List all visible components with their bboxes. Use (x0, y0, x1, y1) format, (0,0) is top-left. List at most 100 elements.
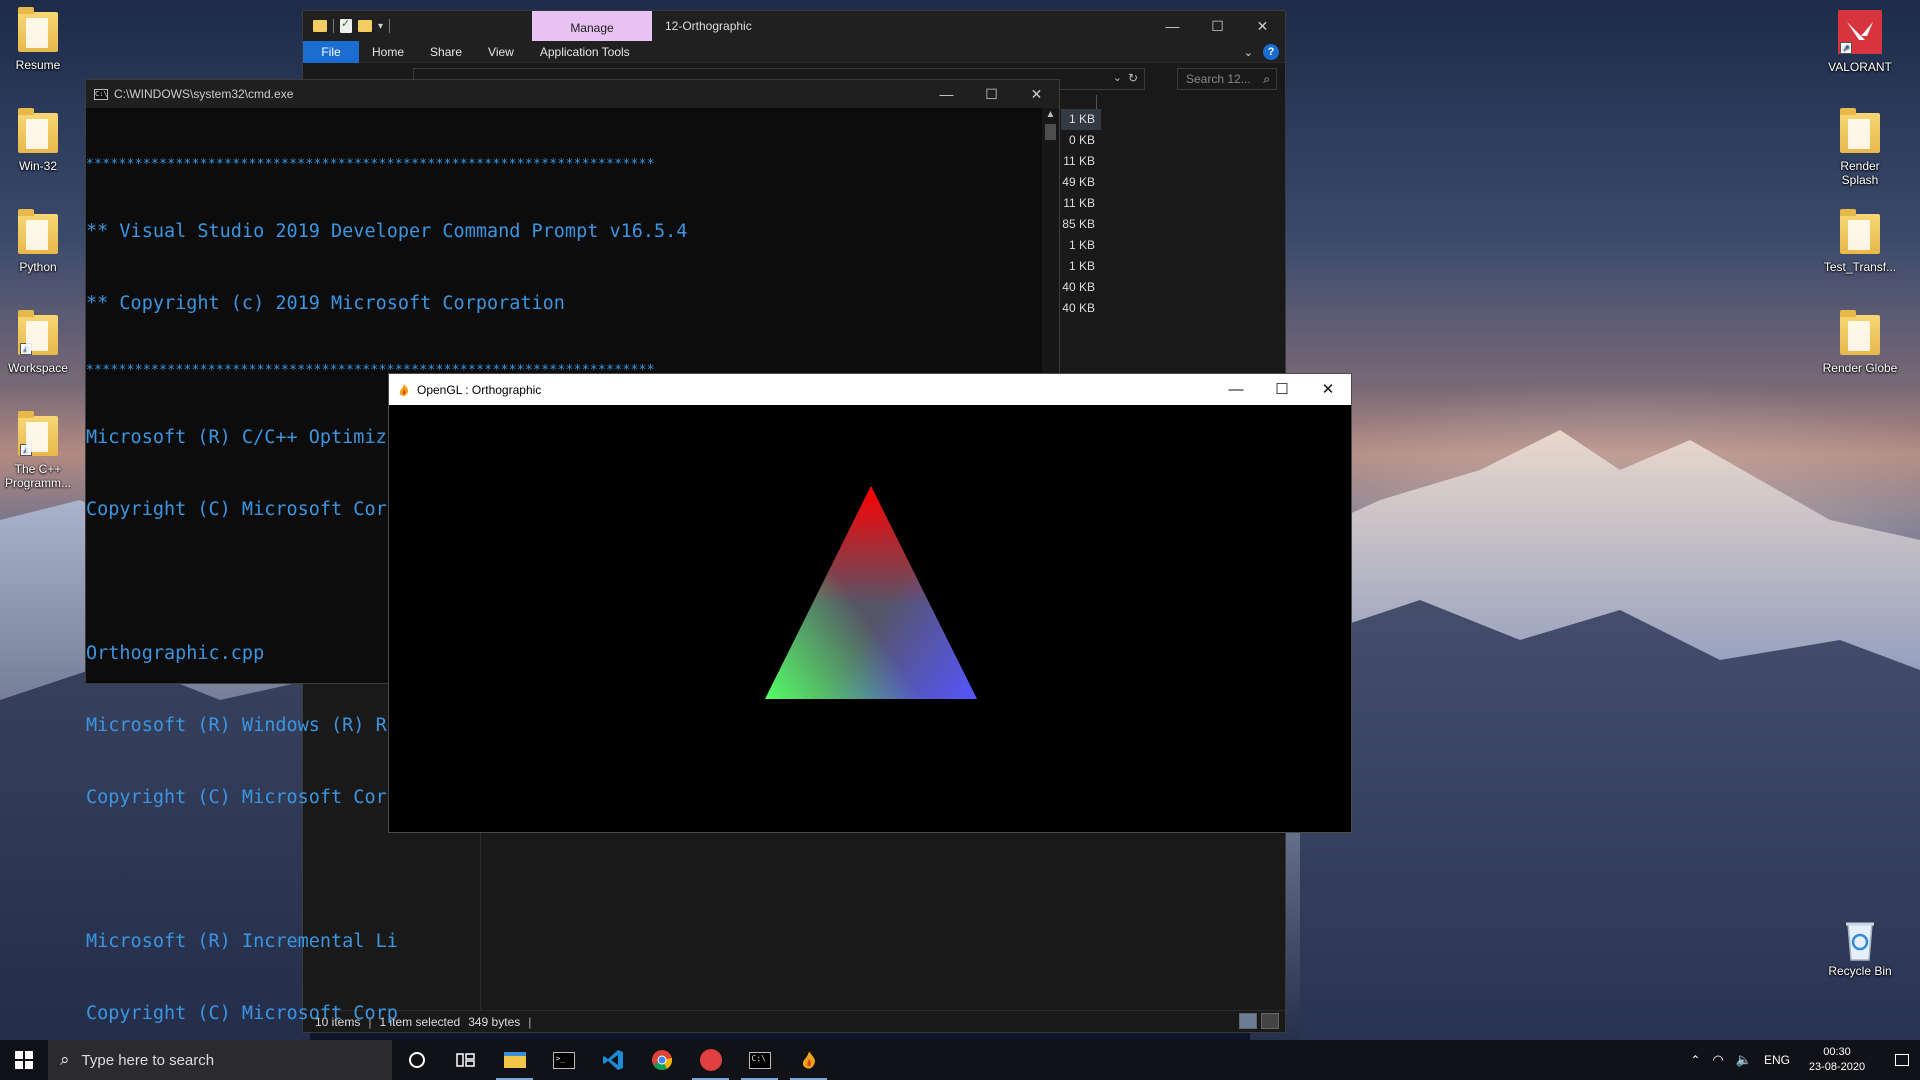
file-size-cell[interactable]: 40 KB (1061, 277, 1101, 298)
scroll-up-icon[interactable]: ▲ (1042, 108, 1059, 122)
help-icon[interactable]: ? (1263, 44, 1279, 60)
file-size-cell[interactable]: 0 KB (1061, 130, 1101, 151)
large-icons-view-button[interactable] (1261, 1013, 1279, 1029)
file-size-cell[interactable]: 1 KB (1061, 109, 1101, 130)
cmd-title-bar[interactable]: C:\ C:\WINDOWS\system32\cmd.exe — ☐ ✕ (86, 80, 1059, 108)
desktop-icon-python[interactable]: Python (0, 209, 76, 274)
toolbar-separator (389, 19, 391, 33)
details-view-button[interactable] (1239, 1013, 1257, 1029)
ribbon-tab-share[interactable]: Share (417, 41, 475, 63)
maximize-button[interactable]: ☐ (969, 80, 1014, 108)
taskbar-search-box[interactable]: ⌕ Type here to search (48, 1040, 392, 1080)
scroll-thumb[interactable] (1045, 124, 1056, 140)
explorer-title-bar[interactable]: ▾ Manage 12-Orthographic — ☐ ✕ (303, 11, 1285, 41)
taskbar-terminal[interactable]: >_ (539, 1040, 588, 1080)
close-button[interactable]: ✕ (1014, 80, 1059, 108)
desktop-icon-test-transf[interactable]: Test_Transf... (1822, 209, 1898, 274)
desktop-icon-render-splash[interactable]: Render Splash (1822, 108, 1898, 187)
desktop-icon-win32[interactable]: Win-32 (0, 108, 76, 173)
volume-icon[interactable]: 🔈 (1736, 1052, 1752, 1068)
desktop-icon-label: VALORANT (1828, 60, 1892, 74)
windows-logo-icon (15, 1051, 33, 1069)
ribbon-tab-view[interactable]: View (475, 41, 527, 63)
flame-icon (802, 1051, 815, 1069)
file-size-cell[interactable]: 11 KB (1061, 151, 1101, 172)
desktop-icon-label: Render Globe (1822, 361, 1898, 375)
file-size-cell[interactable]: 49 KB (1061, 172, 1101, 193)
desktop-icon-valorant[interactable]: ↗ VALORANT (1822, 10, 1898, 74)
minimize-button[interactable]: — (1213, 374, 1259, 405)
shortcut-arrow-icon: ↗ (1840, 42, 1852, 54)
start-button[interactable] (0, 1040, 48, 1080)
maximize-button[interactable]: ☐ (1195, 11, 1240, 41)
file-size-cell[interactable]: 1 KB (1061, 235, 1101, 256)
maximize-button[interactable]: ☐ (1259, 374, 1305, 405)
file-size-cell[interactable]: 11 KB (1061, 193, 1101, 214)
opengl-title-bar[interactable]: OpenGL : Orthographic — ☐ ✕ (389, 374, 1351, 405)
recycle-bin-icon (1840, 918, 1880, 961)
customize-dropdown-icon[interactable]: ▾ (378, 21, 383, 32)
taskbar-vscode[interactable] (588, 1040, 637, 1080)
rendered-scene (765, 486, 977, 699)
close-button[interactable]: ✕ (1240, 11, 1285, 41)
desktop-icon-label: Workspace (8, 361, 68, 375)
ribbon-tabs: File Home Share View Application Tools ⌄… (303, 40, 1285, 63)
language-indicator[interactable]: ENG (1764, 1053, 1790, 1067)
chrome-icon (651, 1050, 672, 1071)
window-controls: — ☐ ✕ (1150, 11, 1285, 41)
desktop-icon-resume[interactable]: Resume (0, 7, 76, 72)
minimize-button[interactable]: — (1150, 11, 1195, 41)
desktop-icon-cpp-book[interactable]: ↗ The C++ Programm... (0, 411, 76, 490)
expand-ribbon-icon[interactable]: ⌄ (1244, 46, 1253, 59)
taskbar: ⌕ Type here to search >_ C:\ ⌃ ◠ 🔈 ENG 0… (0, 1040, 1920, 1080)
opengl-render-surface[interactable] (389, 405, 1351, 832)
minimize-button[interactable]: — (924, 80, 969, 108)
taskbar-file-explorer[interactable] (490, 1040, 539, 1080)
folder-icon (18, 7, 58, 52)
properties-icon[interactable] (340, 17, 352, 33)
window-controls: — ☐ ✕ (924, 80, 1059, 108)
desktop-icon-workspace[interactable]: ↗ Workspace (0, 310, 76, 375)
folder-icon (313, 20, 327, 32)
opengl-window-title: OpenGL : Orthographic (417, 382, 542, 397)
ribbon-tab-home[interactable]: Home (359, 41, 417, 63)
show-hidden-icons-icon[interactable]: ⌃ (1690, 1053, 1700, 1067)
new-folder-icon[interactable] (358, 20, 372, 32)
file-size-cell[interactable]: 1 KB (1061, 256, 1101, 277)
folder-icon (1840, 108, 1880, 153)
shortcut-arrow-icon: ↗ (20, 444, 32, 456)
desktop-icon-label: The C++ Programm... (4, 462, 71, 490)
task-view-button[interactable] (441, 1040, 490, 1080)
taskbar-cmd[interactable]: C:\ (735, 1040, 784, 1080)
taskbar-opengl-app[interactable] (784, 1040, 833, 1080)
file-size-cell[interactable]: 85 KB (1061, 214, 1101, 235)
action-center-button[interactable] (1884, 1040, 1920, 1080)
opengl-window[interactable]: OpenGL : Orthographic — ☐ ✕ (388, 373, 1352, 833)
taskbar-search-placeholder: Type here to search (81, 1051, 215, 1069)
close-button[interactable]: ✕ (1305, 374, 1351, 405)
taskbar-chrome[interactable] (637, 1040, 686, 1080)
address-dropdown-icon[interactable]: ⌄ (1113, 71, 1122, 84)
network-icon[interactable]: ◠ (1712, 1052, 1723, 1068)
window-controls: — ☐ ✕ (1213, 374, 1351, 405)
console-line: Microsoft (R) Incremental Li (86, 931, 398, 952)
refresh-icon[interactable]: ↻ (1128, 71, 1138, 85)
folder-icon: ↗ (18, 411, 58, 456)
clock[interactable]: 00:30 23-08-2020 (1802, 1045, 1872, 1075)
desktop-icon-label: Test_Transf... (1823, 260, 1897, 274)
explorer-window-title: 12-Orthographic (665, 19, 752, 33)
cmd-icon: C:\ (94, 88, 108, 100)
taskbar-app-red[interactable] (686, 1040, 735, 1080)
desktop-icon-recycle-bin[interactable]: Recycle Bin (1822, 918, 1898, 978)
cmd-taskbar-icon: C:\ (748, 1051, 771, 1069)
console-banner-border: ****************************************… (86, 157, 655, 172)
manage-tab[interactable]: Manage (532, 11, 652, 41)
file-size-cell[interactable]: 40 KB (1061, 298, 1101, 319)
ribbon-tab-application-tools[interactable]: Application Tools (527, 41, 643, 63)
cmd-window-title: C:\WINDOWS\system32\cmd.exe (114, 87, 294, 101)
ribbon-tab-file[interactable]: File (303, 40, 359, 63)
desktop-icon-render-globe[interactable]: Render Globe (1822, 310, 1898, 375)
desktop-icon-label: Win-32 (18, 159, 57, 173)
search-input[interactable]: Search 12... ⌕ (1177, 68, 1277, 90)
cortana-button[interactable] (392, 1040, 441, 1080)
